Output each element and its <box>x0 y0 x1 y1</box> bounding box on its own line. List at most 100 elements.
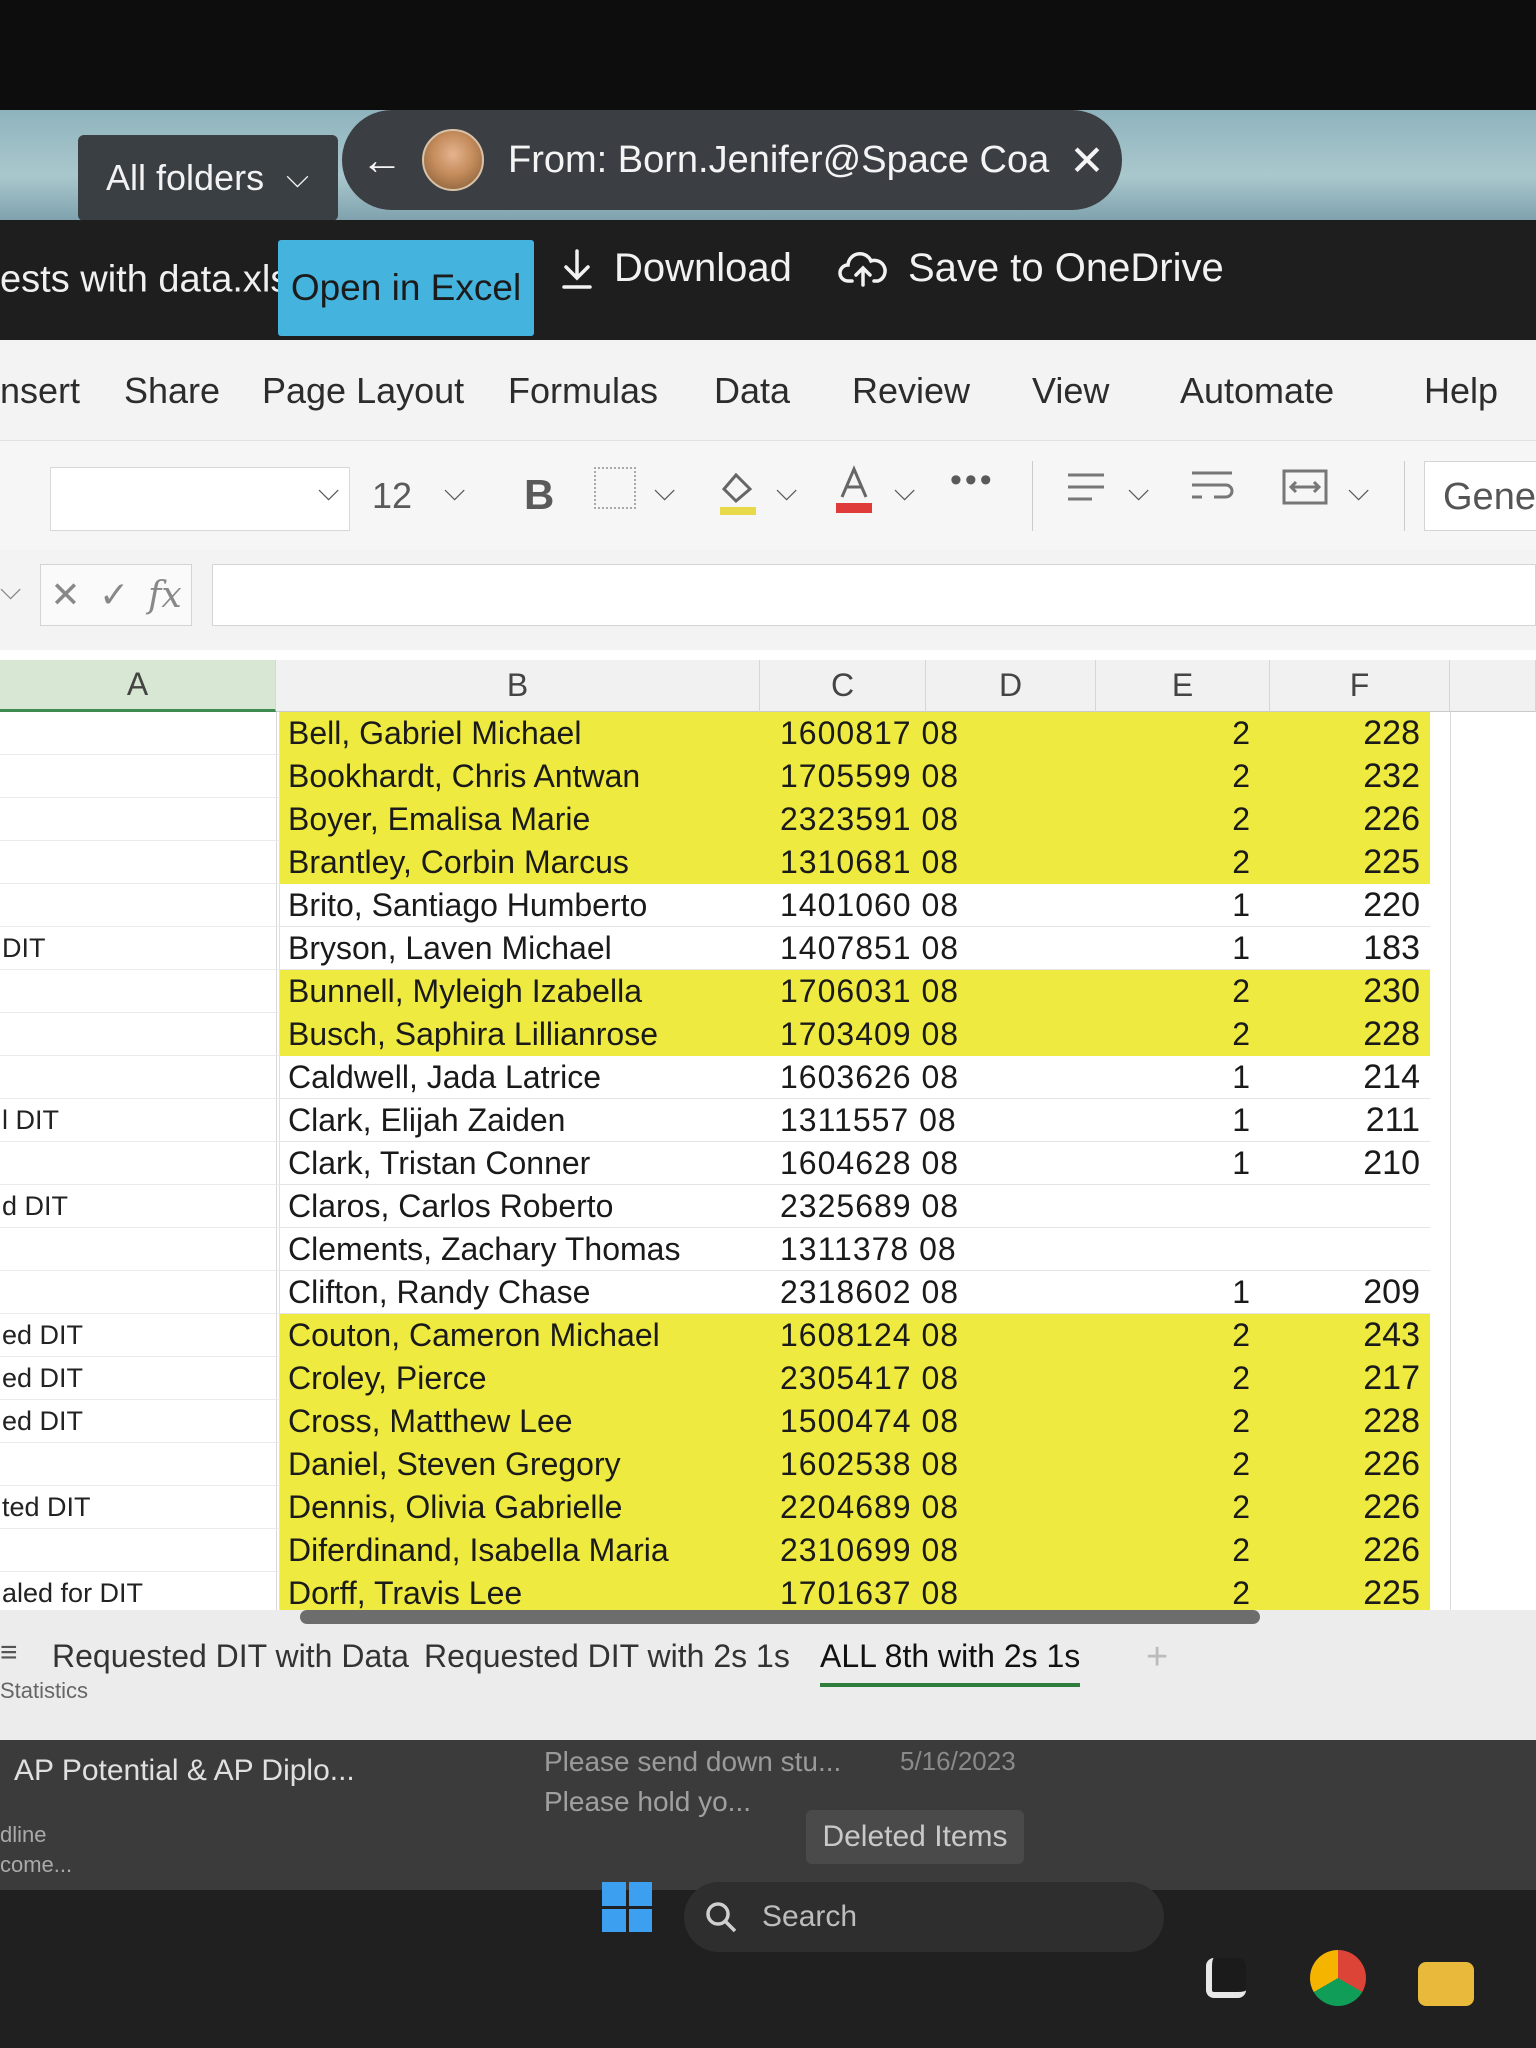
cell-e-value[interactable]: 2 <box>1120 755 1250 798</box>
cell-f-score[interactable]: 226 <box>1270 1486 1420 1529</box>
tab-data[interactable]: Data <box>714 370 790 412</box>
cell-id[interactable]: 2318602 08 <box>780 1271 959 1314</box>
chevron-down-icon[interactable]: ⌵ <box>776 475 797 508</box>
check-icon[interactable]: ✓ <box>99 574 129 616</box>
borders-icon[interactable] <box>594 467 636 509</box>
cell-a[interactable]: ted DIT <box>0 1486 280 1529</box>
cell-id[interactable]: 1603626 08 <box>780 1056 959 1099</box>
cell-e-value[interactable]: 2 <box>1120 1314 1250 1357</box>
cell-name[interactable]: Brito, Santiago Humberto <box>288 884 647 927</box>
cell-e-value[interactable]: 2 <box>1120 1443 1250 1486</box>
chevron-down-icon[interactable]: ⌵ <box>894 475 915 508</box>
more-options-icon[interactable]: ••• <box>950 461 995 500</box>
cell-f-score[interactable]: 226 <box>1270 1529 1420 1572</box>
cell-id[interactable]: 1600817 08 <box>780 712 959 755</box>
cell-id[interactable]: 2310699 08 <box>780 1529 959 1572</box>
tab-page-layout[interactable]: Page Layout <box>262 370 464 412</box>
cell-e-value[interactable]: 1 <box>1120 884 1250 927</box>
statistics-label[interactable]: Statistics <box>0 1678 88 1704</box>
cell-e-value[interactable]: 1 <box>1120 1056 1250 1099</box>
cell-e-value[interactable]: 2 <box>1120 712 1250 755</box>
cell-name[interactable]: Bryson, Laven Michael <box>288 927 612 970</box>
cell-f-score[interactable]: 183 <box>1270 927 1420 970</box>
cell-id[interactable]: 1705599 08 <box>780 755 959 798</box>
cell-name[interactable]: Bookhardt, Chris Antwan <box>288 755 640 798</box>
cell-a[interactable] <box>0 1013 280 1056</box>
download-button[interactable]: Download <box>560 246 792 291</box>
cell-id[interactable]: 1401060 08 <box>780 884 959 927</box>
cell-f-score[interactable]: 228 <box>1270 1013 1420 1056</box>
taskbar-search[interactable]: Search <box>684 1882 1164 1952</box>
cell-name[interactable]: Couton, Cameron Michael <box>288 1314 660 1357</box>
cell-f-score[interactable]: 228 <box>1270 712 1420 755</box>
cell-id[interactable]: 1703409 08 <box>780 1013 959 1056</box>
cell-name[interactable]: Busch, Saphira Lillianrose <box>288 1013 658 1056</box>
column-header-f[interactable]: F <box>1270 660 1450 712</box>
wrap-text-icon[interactable] <box>1188 465 1236 518</box>
cell-name[interactable]: Diferdinand, Isabella Maria <box>288 1529 669 1572</box>
cell-name[interactable]: Caldwell, Jada Latrice <box>288 1056 601 1099</box>
cell-e-value[interactable]: 2 <box>1120 798 1250 841</box>
column-header-g[interactable] <box>1450 660 1536 712</box>
cell-id[interactable]: 2323591 08 <box>780 798 959 841</box>
cell-f-score[interactable]: 225 <box>1270 841 1420 884</box>
fx-icon[interactable]: fx <box>148 575 182 616</box>
cell-f-score[interactable]: 230 <box>1270 970 1420 1013</box>
cell-a[interactable] <box>0 1529 280 1572</box>
cell-e-value[interactable]: 1 <box>1120 927 1250 970</box>
all-folders-button[interactable]: All folders ⌵ <box>78 135 338 221</box>
horizontal-scrollbar[interactable] <box>300 1610 1260 1624</box>
cell-e-value[interactable]: 2 <box>1120 970 1250 1013</box>
cell-a[interactable]: ed DIT <box>0 1357 280 1400</box>
cell-name[interactable]: Croley, Pierce <box>288 1357 487 1400</box>
cell-id[interactable]: 1701637 08 <box>780 1572 959 1615</box>
task-view-icon[interactable] <box>1206 1958 1246 1998</box>
cell-f-score[interactable]: 228 <box>1270 1400 1420 1443</box>
cell-a[interactable]: d DIT <box>0 1185 280 1228</box>
cell-id[interactable]: 1310681 08 <box>780 841 959 884</box>
chevron-down-icon[interactable]: ⌵ <box>1128 475 1149 508</box>
column-header-d[interactable]: D <box>926 660 1096 712</box>
cell-e-value[interactable]: 1 <box>1120 1271 1250 1314</box>
cell-e-value[interactable]: 1 <box>1120 1142 1250 1185</box>
cell-id[interactable]: 2325689 08 <box>780 1185 959 1228</box>
cell-id[interactable]: 2305417 08 <box>780 1357 959 1400</box>
cell-id[interactable]: 1602538 08 <box>780 1443 959 1486</box>
cell-a[interactable]: ed DIT <box>0 1400 280 1443</box>
file-explorer-icon[interactable] <box>1418 1962 1474 2006</box>
cell-e-value[interactable]: 1 <box>1120 1099 1250 1142</box>
cell-a[interactable] <box>0 841 280 884</box>
cell-id[interactable]: 1706031 08 <box>780 970 959 1013</box>
tab-share[interactable]: Share <box>124 370 220 412</box>
cell-a[interactable] <box>0 712 280 755</box>
chevron-down-icon[interactable]: ⌵ <box>654 475 675 508</box>
chevron-down-icon[interactable]: ⌵ <box>318 475 339 508</box>
cell-name[interactable]: Clifton, Randy Chase <box>288 1271 590 1314</box>
sheet-tab-requested-dit-with-data[interactable]: Requested DIT with Data <box>52 1638 409 1675</box>
cell-name[interactable]: Clark, Tristan Conner <box>288 1142 590 1185</box>
tab-automate[interactable]: Automate <box>1180 370 1334 412</box>
cancel-icon[interactable]: ✕ <box>50 574 80 616</box>
open-in-excel-button[interactable]: Open in Excel <box>278 240 534 336</box>
cell-a[interactable] <box>0 1271 280 1314</box>
cell-a[interactable] <box>0 1228 280 1271</box>
cell-name[interactable]: Cross, Matthew Lee <box>288 1400 573 1443</box>
number-format-select[interactable]: Gene <box>1424 461 1536 531</box>
merge-cells-icon[interactable] <box>1280 465 1330 518</box>
close-icon[interactable]: ✕ <box>1052 136 1122 185</box>
cell-f-score[interactable]: 210 <box>1270 1142 1420 1185</box>
cell-e-value[interactable]: 2 <box>1120 1572 1250 1615</box>
mail-item-ap-potential[interactable]: AP Potential & AP Diplo... <box>14 1754 355 1788</box>
cell-name[interactable]: Dennis, Olivia Gabrielle <box>288 1486 622 1529</box>
cell-name[interactable]: Daniel, Steven Gregory <box>288 1443 621 1486</box>
cell-a[interactable] <box>0 1056 280 1099</box>
cell-f-score[interactable]: 214 <box>1270 1056 1420 1099</box>
cell-name[interactable]: Brantley, Corbin Marcus <box>288 841 629 884</box>
tab-formulas[interactable]: Formulas <box>508 370 658 412</box>
cell-f-score[interactable]: 209 <box>1270 1271 1420 1314</box>
name-box-chevron-icon[interactable]: ⌵ <box>0 574 21 607</box>
back-arrow-icon[interactable]: ← <box>342 136 422 184</box>
tab-view[interactable]: View <box>1032 370 1109 412</box>
cell-a[interactable]: aled for DIT <box>0 1572 280 1615</box>
cell-f-score[interactable]: 220 <box>1270 884 1420 927</box>
